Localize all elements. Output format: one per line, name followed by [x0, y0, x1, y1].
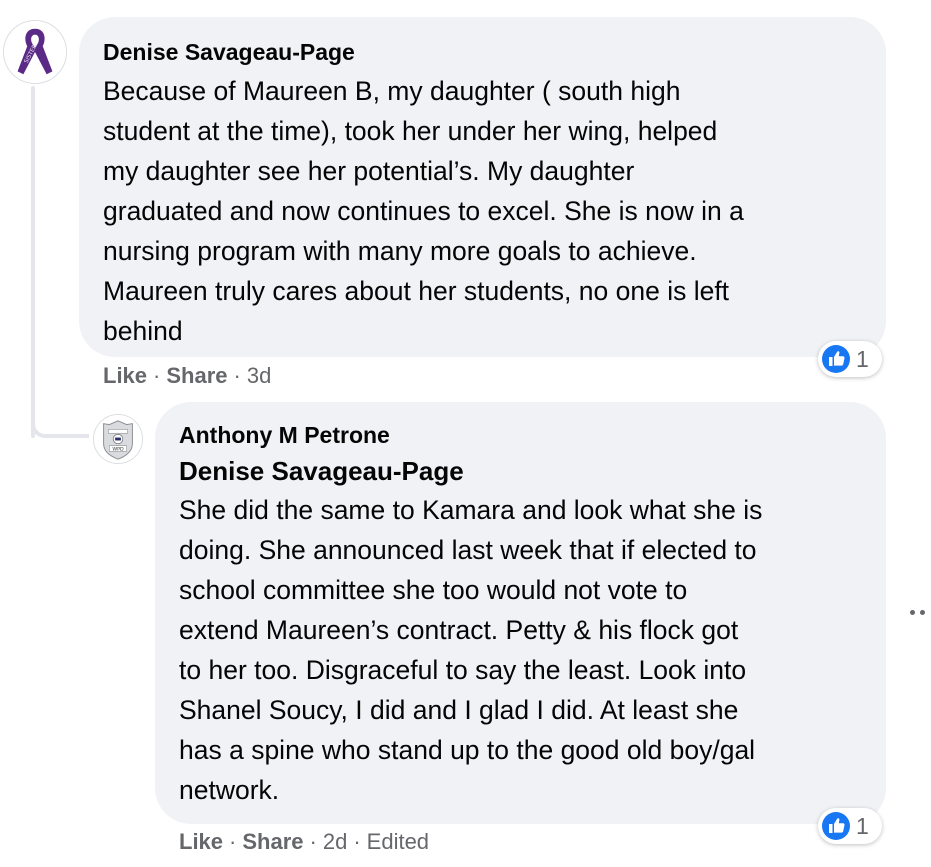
dot	[909, 609, 915, 615]
reaction-count: 1	[856, 345, 869, 372]
edited-label[interactable]: Edited	[367, 829, 429, 855]
separator: ·	[233, 363, 241, 388]
reaction-count: 1	[856, 812, 869, 839]
comment-bubble: Denise Savageau-Page Because of Maureen …	[79, 17, 886, 357]
comment-text: She did the same to Kamara and look what…	[179, 495, 763, 805]
timestamp[interactable]: 2d	[323, 829, 347, 855]
share-button[interactable]: Share	[242, 829, 303, 855]
share-button[interactable]: Share	[166, 363, 227, 389]
badge-text: WPD	[112, 447, 124, 453]
thread-connector-line	[31, 86, 35, 438]
timestamp[interactable]: 3d	[247, 363, 271, 389]
comment-actions: Like · Share · 2d · Edited	[179, 829, 429, 855]
police-badge-avatar-icon: WPD	[94, 415, 142, 463]
reaction-summary[interactable]: 1	[818, 341, 882, 377]
comment-author[interactable]: Anthony M Petrone	[179, 420, 862, 450]
separator: ·	[229, 829, 237, 854]
like-button[interactable]: Like	[179, 829, 223, 855]
avatar[interactable]: SISTER	[3, 20, 67, 84]
avatar[interactable]: WPD	[93, 414, 143, 464]
thread-reply-connector	[31, 422, 89, 438]
separator: ·	[309, 829, 317, 854]
dot	[919, 609, 925, 615]
like-icon	[822, 345, 850, 373]
purple-ribbon-avatar-icon: SISTER	[4, 21, 66, 83]
like-icon	[822, 812, 850, 840]
separator: ·	[153, 363, 161, 388]
more-dots-icon[interactable]	[905, 604, 929, 620]
comment-author[interactable]: Denise Savageau-Page	[103, 37, 862, 67]
like-button[interactable]: Like	[103, 363, 147, 389]
reply-bubble: Anthony M Petrone Denise Savageau-Page S…	[155, 402, 886, 824]
comment-actions: Like · Share · 3d	[103, 363, 271, 389]
reaction-summary[interactable]: 1	[818, 808, 882, 844]
comment-text: Because of Maureen B, my daughter ( sout…	[103, 76, 744, 346]
separator: ·	[353, 829, 361, 854]
mention-link[interactable]: Denise Savageau-Page	[179, 452, 862, 490]
